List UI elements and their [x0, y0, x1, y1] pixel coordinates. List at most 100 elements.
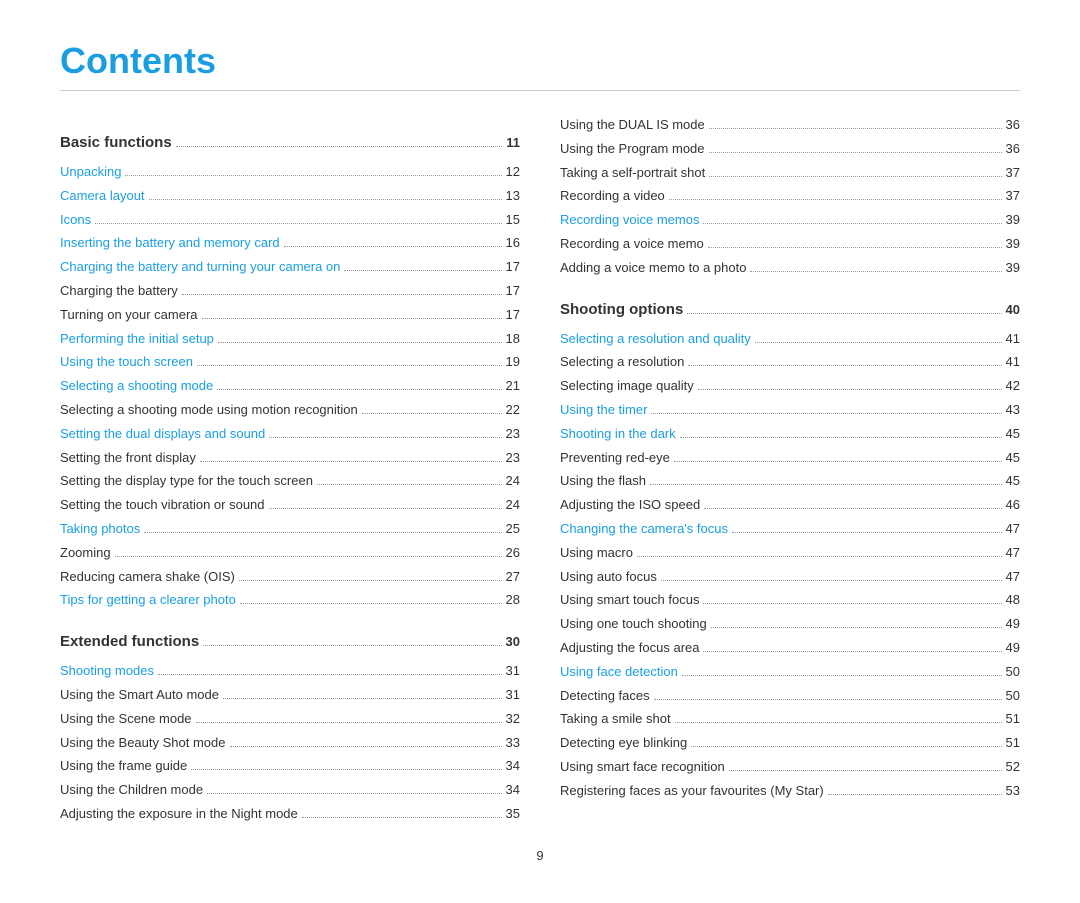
- toc-dots: [680, 437, 1002, 438]
- toc-entry-label: Selecting a shooting mode using motion r…: [60, 400, 358, 421]
- toc-dots: [176, 146, 503, 147]
- toc-page-number: 24: [506, 495, 520, 516]
- toc-dots: [223, 698, 502, 699]
- toc-entry[interactable]: Icons15: [60, 210, 520, 231]
- toc-entry-label: Using the timer: [560, 400, 647, 421]
- toc-entry[interactable]: Unpacking12: [60, 162, 520, 183]
- toc-entry[interactable]: Preventing red-eye45: [560, 448, 1020, 469]
- toc-entry[interactable]: Recording a video37: [560, 186, 1020, 207]
- toc-entry-label: Taking a self-portrait shot: [560, 163, 705, 184]
- toc-entry[interactable]: Turning on your camera17: [60, 305, 520, 326]
- toc-entry[interactable]: Setting the touch vibration or sound24: [60, 495, 520, 516]
- toc-entry[interactable]: Using the Smart Auto mode31: [60, 685, 520, 706]
- toc-page-number: 23: [506, 424, 520, 445]
- toc-entry[interactable]: Using the Children mode34: [60, 780, 520, 801]
- toc-entry[interactable]: Using smart touch focus48: [560, 590, 1020, 611]
- toc-dots: [674, 461, 1002, 462]
- toc-entry[interactable]: Shooting modes31: [60, 661, 520, 682]
- toc-entry[interactable]: Using the DUAL IS mode36: [560, 115, 1020, 136]
- toc-entry[interactable]: Reducing camera shake (OIS)27: [60, 567, 520, 588]
- toc-entry[interactable]: Taking a smile shot51: [560, 709, 1020, 730]
- toc-dots: [240, 603, 502, 604]
- toc-entry[interactable]: Adjusting the ISO speed46: [560, 495, 1020, 516]
- toc-entry[interactable]: Using one touch shooting 49: [560, 614, 1020, 635]
- toc-page-number: 33: [506, 733, 520, 754]
- toc-dots: [144, 532, 501, 533]
- toc-dots: [709, 176, 1001, 177]
- toc-entry[interactable]: Inserting the battery and memory card16: [60, 233, 520, 254]
- toc-entry[interactable]: Using macro 47: [560, 543, 1020, 564]
- toc-entry[interactable]: Taking a self-portrait shot 37: [560, 163, 1020, 184]
- toc-dots: [732, 532, 1002, 533]
- toc-entry[interactable]: Setting the front display23: [60, 448, 520, 469]
- toc-entry[interactable]: Shooting in the dark45: [560, 424, 1020, 445]
- toc-entry[interactable]: Selecting image quality42: [560, 376, 1020, 397]
- toc-entry-label: Using smart face recognition: [560, 757, 725, 778]
- page-number: 9: [60, 848, 1020, 863]
- toc-entry[interactable]: Tips for getting a clearer photo28: [60, 590, 520, 611]
- toc-entry[interactable]: Using the flash45: [560, 471, 1020, 492]
- toc-entry[interactable]: Selecting a resolution41: [560, 352, 1020, 373]
- toc-entry[interactable]: Zooming26: [60, 543, 520, 564]
- toc-entry[interactable]: Using smart face recognition52: [560, 757, 1020, 778]
- toc-entry-label: Registering faces as your favourites (My…: [560, 781, 824, 802]
- toc-page-number: 47: [1006, 543, 1020, 564]
- toc-entry-label: Using macro: [560, 543, 633, 564]
- toc-dots: [711, 627, 1002, 628]
- section-header-label: Basic functions: [60, 131, 172, 155]
- toc-entry[interactable]: Adding a voice memo to a photo39: [560, 258, 1020, 279]
- toc-entry[interactable]: Using the Scene mode32: [60, 709, 520, 730]
- toc-entry[interactable]: Using the Beauty Shot mode33: [60, 733, 520, 754]
- toc-entry[interactable]: Selecting a resolution and quality41: [560, 329, 1020, 350]
- toc-page-number: 39: [1006, 234, 1020, 255]
- toc-entry[interactable]: Registering faces as your favourites (My…: [560, 781, 1020, 802]
- toc-entry[interactable]: Using auto focus47: [560, 567, 1020, 588]
- toc-dots: [708, 247, 1002, 248]
- toc-dots: [703, 603, 1001, 604]
- toc-entry[interactable]: Recording voice memos39: [560, 210, 1020, 231]
- toc-entry[interactable]: Using face detection50: [560, 662, 1020, 683]
- toc-page-number: 25: [506, 519, 520, 540]
- toc-dots: [669, 199, 1002, 200]
- toc-page-number: 36: [1006, 115, 1020, 136]
- toc-entry[interactable]: Setting the dual displays and sound23: [60, 424, 520, 445]
- toc-entry-label: Using one touch shooting: [560, 614, 707, 635]
- toc-entry[interactable]: Using the frame guide34: [60, 756, 520, 777]
- toc-entry[interactable]: Detecting eye blinking51: [560, 733, 1020, 754]
- toc-entry[interactable]: Camera layout13: [60, 186, 520, 207]
- toc-entry[interactable]: Selecting a shooting mode using motion r…: [60, 400, 520, 421]
- toc-dots: [239, 580, 502, 581]
- toc-entry[interactable]: Using the timer43: [560, 400, 1020, 421]
- toc-entry[interactable]: Using the touch screen19: [60, 352, 520, 373]
- toc-page-number: 45: [1006, 448, 1020, 469]
- toc-entry[interactable]: Recording a voice memo39: [560, 234, 1020, 255]
- toc-entry[interactable]: Detecting faces50: [560, 686, 1020, 707]
- toc-dots: [317, 484, 502, 485]
- toc-dots: [661, 580, 1002, 581]
- toc-entry[interactable]: Using the Program mode36: [560, 139, 1020, 160]
- toc-page-number: 21: [506, 376, 520, 397]
- toc-entry[interactable]: Charging the battery and turning your ca…: [60, 257, 520, 278]
- toc-entry[interactable]: Charging the battery17: [60, 281, 520, 302]
- toc-page-number: 15: [506, 210, 520, 231]
- title-divider: [60, 90, 1020, 91]
- toc-entry-label: Inserting the battery and memory card: [60, 233, 280, 254]
- toc-entry[interactable]: Setting the display type for the touch s…: [60, 471, 520, 492]
- right-column: Using the DUAL IS mode36 Using the Progra…: [560, 115, 1020, 828]
- toc-entry[interactable]: Selecting a shooting mode21: [60, 376, 520, 397]
- toc-page-number: 31: [506, 685, 520, 706]
- toc-page-number: 26: [506, 543, 520, 564]
- toc-entry-label: Selecting a resolution and quality: [560, 329, 751, 350]
- toc-entry[interactable]: Adjusting the focus area49: [560, 638, 1020, 659]
- toc-page-number: 49: [1006, 614, 1020, 635]
- toc-dots: [688, 365, 1001, 366]
- toc-entry[interactable]: Changing the camera's focus47: [560, 519, 1020, 540]
- toc-dots: [703, 651, 1001, 652]
- toc-dots: [269, 508, 502, 509]
- toc-dots: [207, 793, 501, 794]
- toc-entry[interactable]: Taking photos25: [60, 519, 520, 540]
- toc-page-number: 27: [506, 567, 520, 588]
- toc-page-number: 37: [1006, 163, 1020, 184]
- toc-entry[interactable]: Adjusting the exposure in the Night mode…: [60, 804, 520, 825]
- toc-entry[interactable]: Performing the initial setup18: [60, 329, 520, 350]
